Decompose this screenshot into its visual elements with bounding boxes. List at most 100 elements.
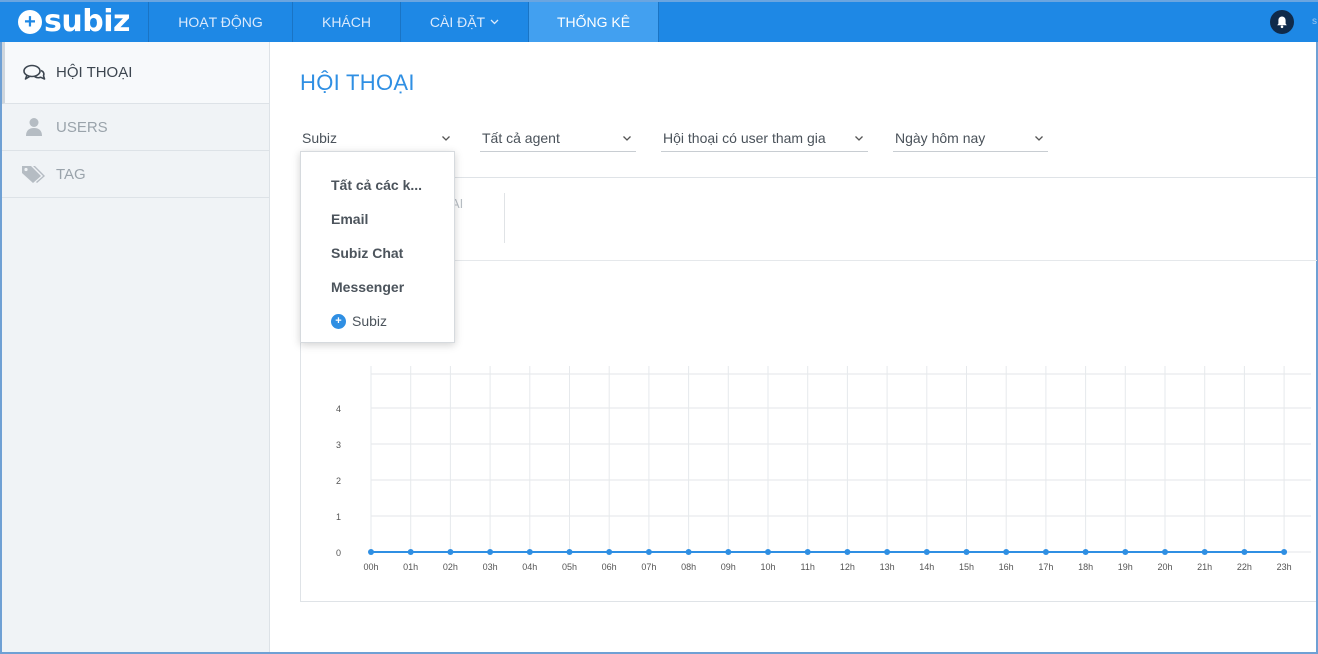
data-point (884, 549, 891, 555)
data-point (685, 549, 692, 555)
data-point (1003, 549, 1010, 555)
x-tick-label: 03h (483, 562, 498, 572)
x-tick-label: 22h (1237, 562, 1252, 572)
data-point (1122, 549, 1129, 555)
y-tick-label: 4 (336, 404, 341, 414)
nav-item-settings[interactable]: CÀI ĐẶT (401, 2, 529, 42)
nav-item-activity[interactable]: HOẠT ĐỘNG (149, 2, 293, 42)
x-tick-label: 07h (641, 562, 656, 572)
y-tick-label: 0 (336, 548, 341, 558)
user-icon (20, 116, 48, 138)
x-tick-label: 10h (760, 562, 775, 572)
logo-plus-icon: + (18, 10, 42, 34)
date-range-filter-value: Ngày hôm nay (895, 129, 986, 146)
page-title: HỘI THOẠI (300, 70, 415, 95)
sidebar-item-label: TAG (56, 165, 86, 183)
data-point (606, 549, 613, 555)
chevron-down-icon (442, 135, 450, 141)
dropdown-option-email[interactable]: Email (301, 202, 454, 236)
data-point (804, 549, 811, 555)
x-tick-label: 19h (1118, 562, 1133, 572)
data-point (1042, 549, 1049, 555)
sidebar-item-label: USERS (56, 118, 108, 136)
x-tick-label: 02h (443, 562, 458, 572)
x-tick-label: 06h (602, 562, 617, 572)
x-tick-label: 13h (880, 562, 895, 572)
main-content: HỘI THOẠI Subiz Tất cả agent Hội thoại c… (271, 42, 1317, 652)
x-tick-label: 21h (1197, 562, 1212, 572)
x-tick-label: 15h (959, 562, 974, 572)
nav-label: KHÁCH (321, 14, 371, 30)
data-point (1162, 549, 1168, 555)
y-tick-label: 2 (336, 476, 341, 486)
channel-filter-select[interactable]: Subiz (300, 124, 455, 152)
sidebar-item-tag[interactable]: TAG (2, 151, 269, 198)
x-tick-label: 01h (403, 562, 418, 572)
option-label: Subiz (352, 313, 388, 329)
x-tick-label: 08h (681, 562, 696, 572)
chat-bubbles-icon (20, 62, 48, 84)
sidebar-item-conversations[interactable]: HỘI THOẠI (2, 42, 269, 104)
nav-item-customers[interactable]: KHÁCH (293, 2, 401, 42)
chevron-down-icon (855, 135, 863, 141)
x-tick-label: 17h (1038, 562, 1053, 572)
data-point (566, 549, 573, 555)
nav-item-statistics[interactable]: THỐNG KÊ (529, 2, 659, 42)
x-tick-label: 05h (562, 562, 577, 572)
option-label: Tất cả các k... (331, 177, 423, 193)
logo-text: subiz (44, 4, 130, 39)
option-label: Email (331, 211, 369, 227)
data-point (1082, 549, 1089, 555)
date-range-filter-select[interactable]: Ngày hôm nay (893, 124, 1048, 152)
sidebar-item-users[interactable]: USERS (2, 104, 269, 151)
tags-icon (20, 163, 48, 185)
dropdown-option-subiz-chat[interactable]: Subiz Chat (301, 236, 454, 270)
y-tick-label: 1 (336, 512, 341, 522)
option-label: Subiz Chat (331, 245, 404, 261)
x-tick-label: 23h (1277, 562, 1292, 572)
dropdown-option-messenger[interactable]: Messenger (301, 270, 454, 304)
sidebar-item-label: HỘI THOẠI (56, 64, 133, 81)
notification-bell-icon[interactable] (1270, 10, 1294, 34)
x-tick-label: 00h (363, 562, 378, 572)
nav-label: HOẠT ĐỘNG (178, 14, 263, 30)
data-point (844, 549, 851, 555)
data-point (1281, 549, 1288, 555)
chevron-down-icon (623, 135, 631, 141)
data-point (725, 549, 732, 555)
nav-edge-glyph: s (1312, 16, 1317, 27)
dropdown-option-subiz[interactable]: + Subiz (301, 304, 454, 338)
chevron-down-icon (490, 17, 499, 28)
x-tick-label: 09h (721, 562, 736, 572)
agent-filter-select[interactable]: Tất cả agent (480, 124, 636, 152)
data-point (487, 549, 494, 555)
x-tick-label: 20h (1157, 562, 1172, 572)
chevron-down-icon (1035, 135, 1043, 141)
conversation-type-filter-select[interactable]: Hội thoại có user tham gia (661, 124, 868, 152)
x-tick-label: 18h (1078, 562, 1093, 572)
x-tick-label: 14h (919, 562, 934, 572)
x-tick-label: 04h (522, 562, 537, 572)
subiz-logo-icon: + (331, 313, 346, 329)
x-tick-label: 16h (999, 562, 1014, 572)
y-tick-label: 3 (336, 440, 341, 450)
option-label: Messenger (331, 279, 405, 295)
sidebar: HỘI THOẠI USERS TAG (2, 42, 270, 652)
brand-logo[interactable]: + subiz (0, 2, 149, 42)
data-point (765, 549, 771, 555)
x-tick-label: 12h (840, 562, 855, 572)
data-point (645, 549, 652, 555)
data-point (963, 549, 970, 555)
data-point (447, 549, 454, 555)
agent-filter-value: Tất cả agent (482, 129, 560, 146)
nav-label: THỐNG KÊ (556, 14, 631, 30)
data-point (1201, 549, 1208, 555)
dropdown-option-all-channels[interactable]: Tất cả các k... (301, 168, 454, 202)
data-point (368, 549, 374, 555)
nav-label: CÀI ĐẶT (429, 14, 486, 30)
channel-filter-value: Subiz (302, 129, 338, 146)
channel-dropdown-menu: Tất cả các k... Email Subiz Chat Messeng… (300, 151, 455, 343)
data-point (526, 549, 533, 555)
data-point (407, 549, 414, 555)
top-navbar: + subiz HOẠT ĐỘNG KHÁCH CÀI ĐẶT THỐNG KÊ… (0, 0, 1318, 42)
